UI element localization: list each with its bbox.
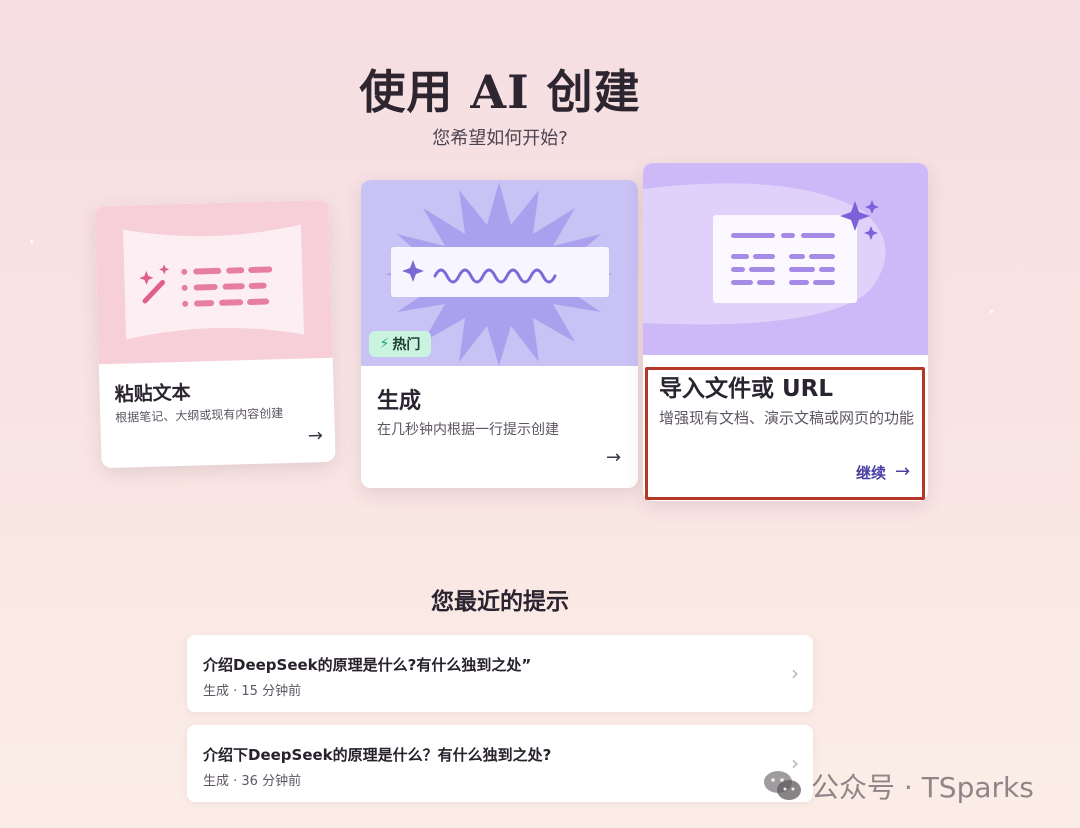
background-sparkle: [990, 310, 993, 313]
recent-prompt-item[interactable]: 介绍DeepSeek的原理是什么?有什么独到之处” 生成 · 15 分钟前 ›: [187, 635, 813, 712]
watermark: 公众号 · TSparks: [763, 766, 1034, 806]
page-title: 使用 AI 创建: [359, 65, 641, 119]
paste-text-illustration: [94, 199, 333, 365]
recent-prompts-heading: 您最近的提示: [431, 589, 569, 615]
chevron-right-icon: ›: [791, 661, 799, 685]
page-subtitle: 您希望如何开始?: [432, 128, 568, 149]
watermark-text: 公众号 · TSparks: [811, 771, 1034, 804]
paste-text-title: 粘贴文本: [114, 381, 191, 406]
recent-prompt-text: 介绍DeepSeek的原理是什么?有什么独到之处”: [203, 656, 532, 674]
recent-prompt-item[interactable]: 介绍下DeepSeek的原理是什么？有什么独到之处? 生成 · 36 分钟前 ›: [187, 725, 813, 802]
generate-description: 在几秒钟内根据一行提示创建: [377, 422, 559, 438]
arrow-right-icon[interactable]: →: [308, 425, 324, 446]
recent-prompt-meta: 生成 · 36 分钟前: [203, 774, 302, 789]
import-illustration: [643, 163, 928, 355]
hot-badge-label: 热门: [392, 337, 421, 353]
lightning-icon: ⚡: [379, 336, 390, 352]
arrow-right-icon[interactable]: →: [606, 447, 621, 468]
hot-badge: ⚡ 热门: [369, 331, 431, 357]
highlight-annotation: [645, 367, 925, 500]
recent-prompt-text: 介绍下DeepSeek的原理是什么？有什么独到之处?: [203, 746, 552, 764]
wechat-icon: [764, 771, 801, 800]
recent-prompt-meta: 生成 · 15 分钟前: [203, 684, 302, 699]
generate-title: 生成: [377, 389, 422, 414]
paste-text-description: 根据笔记、大纲或现有内容创建: [115, 406, 284, 425]
paste-text-card[interactable]: 粘贴文本 根据笔记、大纲或现有内容创建 →: [94, 199, 336, 469]
background-sparkle: [30, 240, 33, 243]
